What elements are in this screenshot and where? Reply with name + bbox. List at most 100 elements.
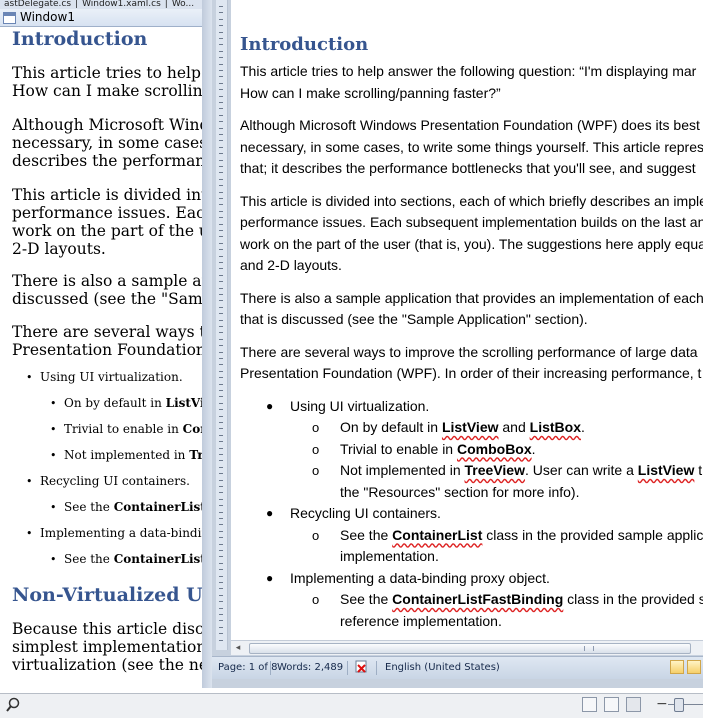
- document-body: Introduction This article tries to help …: [240, 34, 703, 632]
- ruler-tick: [219, 422, 223, 423]
- zoom-slider-thumb[interactable]: [674, 698, 684, 712]
- w1-paragraph: Because this article discuss simplest im…: [12, 620, 220, 674]
- ruler-tick: [219, 614, 223, 615]
- text-line: performance issues. Each s: [12, 204, 220, 222]
- list-item-text: t: [694, 462, 703, 478]
- ruler-tick: [219, 518, 223, 519]
- document-page[interactable]: Introduction This article tries to help …: [231, 0, 703, 648]
- ruler-tick: [219, 281, 223, 283]
- scrollbar-thumb[interactable]: [249, 643, 691, 654]
- list-item-text: Using UI virtualization.: [40, 370, 183, 384]
- page-count-status[interactable]: Page: 1 of 8: [218, 662, 277, 673]
- keyword: ListView: [637, 462, 695, 478]
- ruler-tick: [219, 89, 223, 91]
- tab-window1-xaml-cs[interactable]: Window1.xaml.cs: [78, 0, 165, 9]
- ruler-tick: [219, 146, 223, 148]
- intro-heading: Introduction: [240, 34, 369, 55]
- ruler-tick: [219, 223, 223, 225]
- ruler-tick: [219, 319, 223, 321]
- full-screen-reading-view-icon[interactable]: [687, 660, 701, 674]
- ruler-tick: [219, 95, 223, 97]
- non-virtualized-heading: Non-Virtualized UI: [12, 584, 212, 606]
- text-line: describes the performance b: [12, 152, 220, 170]
- keyword: TreeView: [464, 462, 525, 478]
- print-layout-view-icon[interactable]: [670, 660, 684, 674]
- scrollbar-grip: [584, 646, 594, 651]
- ruler-tick: [219, 402, 223, 404]
- list-item-text: and: [498, 419, 530, 435]
- ruler-tick: [219, 428, 223, 430]
- ruler-tick: [219, 198, 223, 199]
- list-item-text: Not implemented in: [64, 448, 190, 462]
- list-item: •Trivial to enable in ComboB: [12, 421, 220, 438]
- list-item: o See the ContainerListFastBinding class …: [240, 589, 703, 611]
- ruler-tick: [219, 390, 223, 391]
- ruler-tick: [219, 166, 223, 167]
- intro-heading: Introduction: [12, 30, 148, 50]
- window1-titlebar[interactable]: Window1: [0, 9, 220, 27]
- ruler-tick: [219, 537, 223, 539]
- window1-title: Window1: [20, 10, 75, 24]
- text-line: that is discussed (see the "Sample Appli…: [240, 311, 588, 327]
- list-item-continuation: implementation.: [340, 548, 439, 564]
- proofing-icon[interactable]: [354, 660, 370, 674]
- keyword: ListBox: [529, 419, 581, 435]
- thumbnails-view-icon[interactable]: [626, 697, 641, 712]
- ruler-tick: [219, 582, 223, 583]
- ruler-tick: [219, 108, 223, 110]
- text-line: discussed (see the "Sample A: [12, 290, 220, 308]
- list-item-text: See the: [340, 591, 393, 607]
- ruler-tick: [219, 255, 223, 257]
- bullet-icon: o: [312, 420, 320, 435]
- ruler-tick: [219, 134, 223, 135]
- scroll-left-arrow-icon[interactable]: ◂: [231, 641, 245, 655]
- text-line: and 2-D layouts.: [240, 257, 342, 273]
- ruler-tick: [219, 594, 223, 596]
- ruler-tick: [219, 351, 223, 353]
- divider: [347, 661, 348, 675]
- list-item: • See the ContainerListFas: [12, 551, 220, 568]
- ruler-tick: [219, 383, 223, 385]
- window-border: [202, 0, 212, 688]
- single-page-view-icon[interactable]: [582, 697, 597, 712]
- ruler-tick: [219, 185, 223, 187]
- ruler-tick: [219, 249, 223, 251]
- list-item-continuation: the "Resources" section for more info).: [340, 483, 580, 500]
- vertical-ruler[interactable]: [216, 0, 228, 650]
- find-icon[interactable]: [5, 697, 21, 713]
- ruler-tick: [219, 172, 223, 174]
- text-line: work on the part of the user: [12, 222, 220, 240]
- text-line: This article tries to help an: [12, 64, 220, 82]
- ruler-tick: [219, 159, 223, 161]
- list-item-text: .: [580, 419, 585, 435]
- ruler-tick: [219, 242, 223, 244]
- ruler-tick: [219, 332, 223, 334]
- zoom-out-icon[interactable]: −: [656, 697, 668, 712]
- bullet-icon: ●: [266, 398, 274, 413]
- keyword: ContainerList: [392, 526, 483, 543]
- text-line: performance issues. Each subsequent impl…: [240, 214, 703, 230]
- ruler-tick: [219, 492, 223, 494]
- tab-more[interactable]: Wo...: [168, 0, 198, 9]
- ruler-tick: [219, 230, 223, 231]
- list-item: o See the ContainerList class in the prov…: [240, 525, 703, 547]
- paragraph: There are several ways to improve the sc…: [240, 342, 703, 385]
- word-count-status[interactable]: Words: 2,489: [277, 662, 343, 673]
- ruler-tick: [219, 338, 223, 340]
- tab-astdelegate[interactable]: astDelegate.cs: [0, 0, 75, 9]
- text-line: Because this article discuss: [12, 620, 220, 638]
- ruler-tick: [219, 63, 223, 65]
- ruler-tick: [219, 575, 223, 577]
- text-line: simplest implementation a: [12, 638, 220, 656]
- ruler-tick: [219, 70, 223, 71]
- ruler-tick: [219, 620, 223, 622]
- text-line: Presentation Foundation (W: [12, 341, 220, 359]
- ruler-tick: [219, 626, 223, 628]
- two-page-view-icon[interactable]: [604, 697, 619, 712]
- language-status[interactable]: English (United States): [385, 662, 500, 673]
- ruler-tick: [219, 313, 223, 315]
- ruler-tick: [219, 18, 223, 20]
- ruler-tick: [219, 306, 223, 308]
- horizontal-scrollbar[interactable]: ◂: [231, 640, 703, 655]
- divider: [270, 661, 271, 675]
